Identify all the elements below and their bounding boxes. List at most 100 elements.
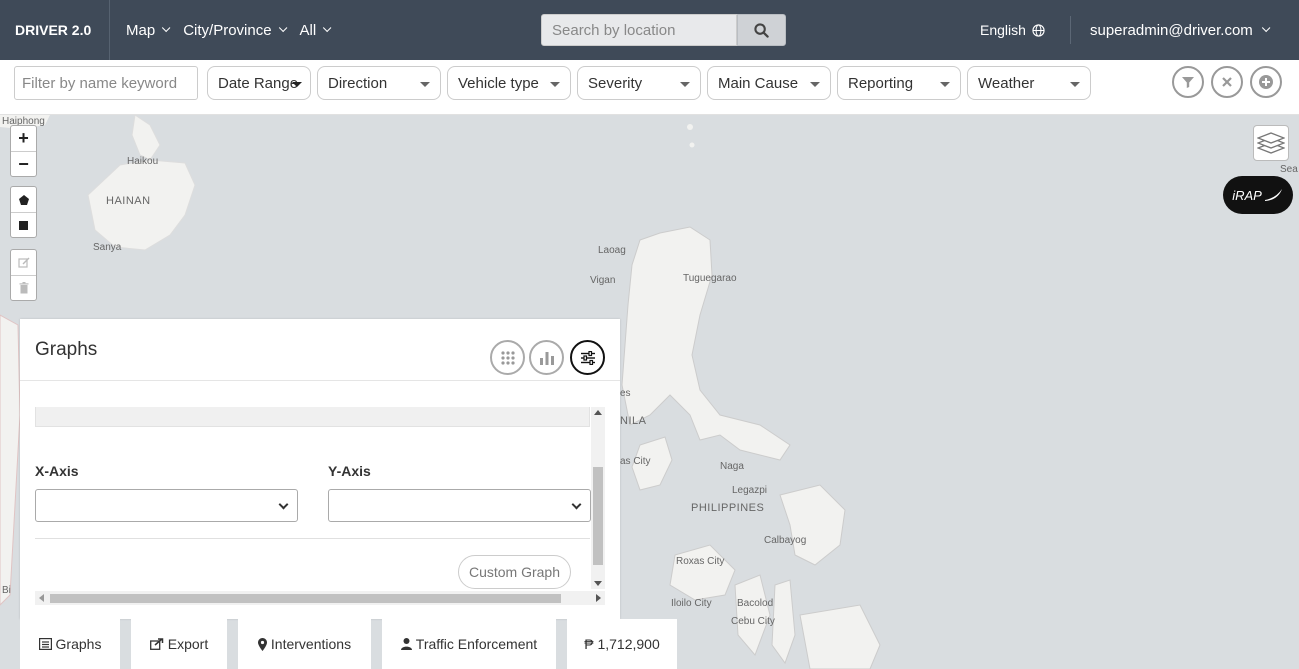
list-icon bbox=[38, 638, 52, 650]
bar-chart-button[interactable] bbox=[529, 340, 564, 375]
map-label-hainan: HAINAN bbox=[106, 195, 151, 207]
caret-down-icon bbox=[292, 82, 302, 87]
reporting-filter[interactable]: Reporting bbox=[837, 66, 961, 100]
graph-preview-strip bbox=[35, 407, 590, 427]
grid-dots-icon bbox=[500, 350, 515, 365]
user-menu[interactable]: superadmin@driver.com bbox=[1090, 0, 1271, 60]
tab-traffic-enforcement-label: Traffic Enforcement bbox=[415, 636, 538, 652]
nav-map-dropdown[interactable]: Map bbox=[118, 0, 175, 60]
search-button[interactable] bbox=[737, 14, 786, 46]
tab-cost-total[interactable]: ₱ 1,712,900 bbox=[567, 619, 677, 669]
y-axis-label: Y-Axis bbox=[328, 463, 371, 479]
caret-down-icon bbox=[940, 82, 950, 87]
severity-filter[interactable]: Severity bbox=[577, 66, 701, 100]
nav-divider bbox=[1070, 16, 1071, 44]
funnel-icon bbox=[1182, 77, 1194, 88]
square-icon bbox=[19, 220, 28, 230]
vehicle-type-label: Vehicle type bbox=[458, 74, 539, 92]
keyword-filter-input[interactable] bbox=[14, 66, 198, 100]
map-label-vigan: Vigan bbox=[590, 275, 616, 286]
draw-rectangle-button[interactable] bbox=[11, 212, 36, 237]
caret-down-icon bbox=[1070, 82, 1080, 87]
map-label-manila: NILA bbox=[620, 415, 647, 427]
date-range-filter[interactable]: Date Range bbox=[207, 66, 311, 100]
draw-polygon-button[interactable] bbox=[11, 187, 36, 212]
user-icon bbox=[400, 638, 412, 650]
direction-filter[interactable]: Direction bbox=[317, 66, 441, 100]
search-icon bbox=[754, 22, 769, 38]
layer-switcher-button[interactable] bbox=[1253, 125, 1289, 161]
horizontal-scroll-thumb[interactable] bbox=[50, 594, 561, 603]
edit-layer-button[interactable] bbox=[11, 250, 36, 275]
tab-export[interactable]: Export bbox=[131, 619, 227, 669]
reporting-label: Reporting bbox=[848, 74, 914, 92]
custom-graph-settings-button[interactable] bbox=[570, 340, 605, 375]
tab-cost-total-label: ₱ 1,712,900 bbox=[584, 636, 660, 652]
map-label-bacolod: Bacolod bbox=[737, 598, 774, 609]
graphs-panel-title: Graphs bbox=[35, 339, 98, 360]
zoom-control: + − bbox=[10, 125, 37, 177]
apply-filter-button[interactable] bbox=[1172, 66, 1204, 98]
chevron-down-icon bbox=[278, 23, 287, 33]
map-label-calbayog: Calbayog bbox=[764, 535, 807, 546]
severity-label: Severity bbox=[588, 74, 643, 92]
delete-layer-button[interactable] bbox=[11, 275, 36, 300]
vehicle-type-filter[interactable]: Vehicle type bbox=[447, 66, 571, 100]
scroll-down-arrow-icon[interactable] bbox=[594, 581, 602, 586]
nav-city-province-label: City/Province bbox=[183, 21, 272, 39]
map-label-laoag: Laoag bbox=[598, 245, 626, 256]
bar-chart-icon bbox=[539, 351, 554, 365]
nav-map-label: Map bbox=[126, 21, 156, 39]
tab-graphs[interactable]: Graphs bbox=[20, 619, 120, 669]
caret-down-icon bbox=[810, 82, 820, 87]
trash-icon bbox=[19, 282, 28, 294]
location-search bbox=[541, 14, 786, 46]
panel-divider bbox=[20, 380, 620, 381]
filter-bar: Date Range Direction Vehicle type Severi… bbox=[0, 60, 1299, 115]
irap-swoosh-icon bbox=[1264, 189, 1282, 201]
y-axis-select[interactable] bbox=[328, 489, 591, 522]
tab-traffic-enforcement[interactable]: Traffic Enforcement bbox=[382, 619, 556, 669]
caret-down-icon bbox=[680, 82, 690, 87]
graph-settings-scroll-area: X-Axis Y-Axis Custom Graph bbox=[35, 407, 605, 592]
clear-filter-button[interactable] bbox=[1211, 66, 1243, 98]
scroll-up-arrow-icon[interactable] bbox=[594, 410, 602, 415]
layers-icon bbox=[1257, 132, 1285, 154]
main-cause-filter[interactable]: Main Cause bbox=[707, 66, 831, 100]
x-axis-select[interactable] bbox=[35, 489, 298, 522]
custom-graph-button[interactable]: Custom Graph bbox=[458, 555, 571, 589]
nav-all-label: All bbox=[299, 21, 317, 39]
weather-filter[interactable]: Weather bbox=[967, 66, 1091, 100]
scroll-right-arrow-icon[interactable] bbox=[596, 594, 601, 602]
plus-circle-icon bbox=[1259, 75, 1273, 89]
tab-interventions[interactable]: Interventions bbox=[238, 619, 371, 669]
scroll-left-arrow-icon[interactable] bbox=[39, 594, 44, 602]
irap-label: iRAP bbox=[1232, 187, 1262, 203]
settings-divider bbox=[35, 538, 590, 539]
nav-all-dropdown[interactable]: All bbox=[292, 0, 337, 60]
language-selector[interactable]: English bbox=[980, 0, 1045, 60]
map-marker-icon bbox=[257, 637, 267, 651]
direction-label: Direction bbox=[328, 74, 388, 92]
chevron-down-icon bbox=[323, 23, 332, 33]
tab-graphs-label: Graphs bbox=[55, 636, 102, 652]
caret-down-icon bbox=[550, 82, 560, 87]
add-filter-button[interactable] bbox=[1250, 66, 1282, 98]
tab-export-label: Export bbox=[167, 636, 209, 652]
zoom-in-button[interactable]: + bbox=[11, 126, 36, 151]
vertical-scrollbar[interactable] bbox=[591, 407, 605, 589]
horizontal-scrollbar[interactable] bbox=[35, 591, 605, 605]
map-label-bi: Bi bbox=[2, 585, 11, 596]
map-label-es: es bbox=[620, 388, 631, 399]
map-label-haikou: Haikou bbox=[127, 156, 159, 167]
map-label-philippines: PHILIPPINES bbox=[691, 502, 765, 514]
map-label-roxas-city: Roxas City bbox=[676, 556, 725, 567]
grid-view-button[interactable] bbox=[490, 340, 525, 375]
nav-city-province-dropdown[interactable]: City/Province bbox=[175, 0, 291, 60]
zoom-out-button[interactable]: − bbox=[11, 151, 36, 176]
location-search-input[interactable] bbox=[541, 14, 737, 46]
brand-logo[interactable]: DRIVER 2.0 bbox=[0, 0, 110, 60]
graphs-panel: Graphs X-Axis Y-Axis Custom Graph bbox=[20, 319, 620, 619]
irap-logo-button[interactable]: iRAP bbox=[1223, 176, 1293, 214]
vertical-scroll-thumb[interactable] bbox=[593, 467, 603, 565]
